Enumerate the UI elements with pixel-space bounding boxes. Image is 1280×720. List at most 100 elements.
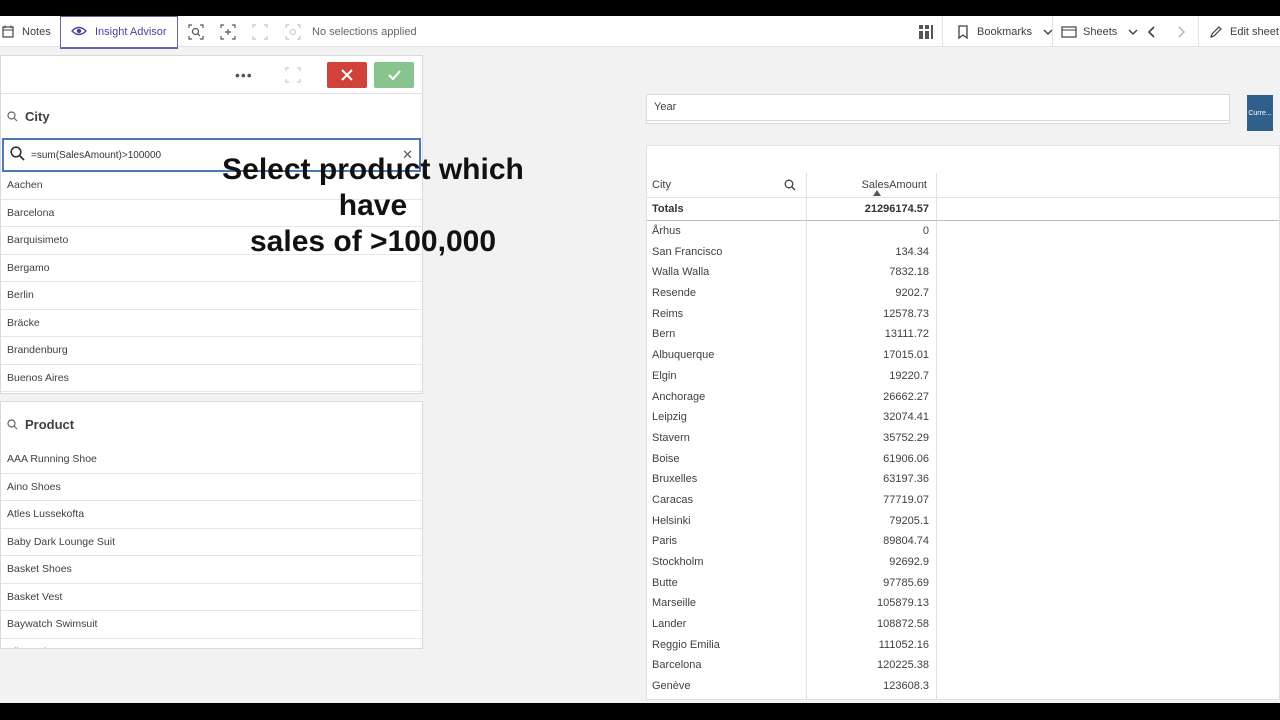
chevron-down-icon <box>1040 24 1056 40</box>
step-back-button[interactable] <box>252 16 274 47</box>
table-row[interactable]: San Francisco 134.34 <box>647 242 1279 263</box>
product-list-item[interactable]: Basket Shoes <box>1 556 422 584</box>
bookmark-icon <box>955 24 971 40</box>
bookmarks-label: Bookmarks <box>977 25 1033 38</box>
city-list-item-label: Berlin <box>7 289 34 302</box>
table-row[interactable]: Paris 89804.74 <box>647 531 1279 552</box>
chevron-right-icon <box>1173 24 1189 40</box>
table-row[interactable]: Århus 0 <box>647 221 1279 242</box>
product-list-item-label: Baywatch Swimsuit <box>7 618 98 631</box>
table-row[interactable]: Albuquerque 17015.01 <box>647 345 1279 366</box>
selections-tool-button[interactable] <box>220 16 242 47</box>
table-row[interactable]: Bruxelles 63197.36 <box>647 469 1279 490</box>
sales-cell: 32074.41 <box>883 411 929 424</box>
table-row[interactable]: Reggio Emilia 111052.16 <box>647 635 1279 656</box>
search-icon <box>784 179 796 191</box>
assets-toggle-button[interactable] <box>918 16 940 47</box>
bookmarks-button[interactable]: Bookmarks <box>955 16 1056 47</box>
table-row[interactable]: Boise 61906.06 <box>647 449 1279 470</box>
product-list-item[interactable]: AAA Running Shoe <box>1 446 422 474</box>
table-row[interactable]: Barcelona 120225.38 <box>647 655 1279 676</box>
product-list-item-label: Basket Vest <box>7 590 63 603</box>
table-row[interactable]: Stockholm 92692.9 <box>647 552 1279 573</box>
insight-advisor-label: Insight Advisor <box>95 26 167 38</box>
city-list-item[interactable]: Bräcke <box>1 309 422 337</box>
app-toolbar: Notes Insight Advisor No selections appl… <box>0 16 1280 49</box>
edit-sheet-label: Edit sheet <box>1230 25 1279 38</box>
cancel-selection-button[interactable] <box>327 62 367 88</box>
table-body: Århus 0 San Francisco 134.34 Walla Walla 7832… <box>647 221 1279 697</box>
product-list-item[interactable]: Aino Shoes <box>1 473 422 501</box>
confirm-selection-button[interactable] <box>374 62 414 88</box>
bottom-letterbox <box>0 703 1280 720</box>
city-cell: Boise <box>652 452 680 465</box>
clear-selections-icon <box>285 23 301 40</box>
search-icon <box>7 418 19 430</box>
table-row[interactable]: Marseille 105879.13 <box>647 593 1279 614</box>
product-list-item[interactable]: Baby Dark Lounge Suit <box>1 528 422 556</box>
totals-label: Totals <box>652 203 684 215</box>
clear-selections-button[interactable] <box>285 16 307 47</box>
city-field-title[interactable]: City <box>1 94 422 138</box>
column-header-sales[interactable]: SalesAmount <box>862 173 927 197</box>
table-row[interactable]: Resende 9202.7 <box>647 283 1279 304</box>
sales-cell: 92692.9 <box>889 556 929 568</box>
edit-sheet-button[interactable]: Edit sheet <box>1208 16 1279 47</box>
table-row[interactable]: Elgin 19220.7 <box>647 366 1279 387</box>
more-options-icon[interactable]: ••• <box>235 67 253 83</box>
column-search-button[interactable] <box>784 173 796 197</box>
product-list-item[interactable]: Basket Vest <box>1 583 422 611</box>
product-list-item-label: Bike Helmet <box>7 646 64 648</box>
product-list-item[interactable]: Atles Lussekofta <box>1 501 422 529</box>
search-icon <box>10 146 25 164</box>
sheets-button[interactable]: Sheets <box>1061 16 1141 47</box>
product-list-item[interactable]: Baywatch Swimsuit <box>1 611 422 639</box>
sales-cell: 111052.16 <box>878 638 929 651</box>
year-filter-pane[interactable]: Year <box>646 94 1230 124</box>
next-sheet-button[interactable] <box>1173 16 1195 47</box>
city-list-item-label: Bräcke <box>7 316 40 329</box>
product-field-title[interactable]: Product <box>1 402 422 446</box>
table-row[interactable]: Anchorage 26662.27 <box>647 387 1279 408</box>
toolbar-divider <box>1198 16 1199 47</box>
column-header-city[interactable]: City <box>652 173 671 197</box>
product-list-item-label: AAA Running Shoe <box>7 453 97 466</box>
sales-cell: 77719.07 <box>883 493 929 506</box>
sales-cell: 123608.3 <box>883 680 929 693</box>
sales-cell: 12578.73 <box>883 307 929 320</box>
previous-sheet-button[interactable] <box>1144 16 1166 47</box>
year-filter-bar <box>647 120 1229 121</box>
table-row[interactable]: Reims 12578.73 <box>647 304 1279 325</box>
city-list-item[interactable]: Brandenburg <box>1 337 422 365</box>
table-row[interactable]: Caracas 77719.07 <box>647 490 1279 511</box>
city-list-item[interactable]: Berlin <box>1 282 422 310</box>
product-title-label: Product <box>25 416 75 432</box>
toolbar-divider <box>1052 16 1053 47</box>
table-row[interactable]: Bern 13111.72 <box>647 324 1279 345</box>
notes-button[interactable]: Notes <box>0 16 51 47</box>
table-row[interactable]: Walla Walla 7832.18 <box>647 262 1279 283</box>
city-list-item-label: Barcelona <box>7 206 55 219</box>
table-row[interactable]: Lander 108872.58 <box>647 614 1279 635</box>
grid-icon <box>918 24 934 40</box>
city-cell: Stockholm <box>652 556 704 568</box>
table-row[interactable]: Butte 97785.69 <box>647 573 1279 594</box>
selections-status: No selections applied <box>312 25 417 38</box>
selection-menu-icon[interactable] <box>285 67 301 83</box>
search-icon <box>7 110 19 122</box>
city-list-item-label: Brandenburg <box>7 344 68 357</box>
city-cell: Barcelona <box>652 659 702 672</box>
table-row[interactable]: Helsinki 79205.1 <box>647 511 1279 532</box>
table-row[interactable]: Genève 123608.3 <box>647 676 1279 697</box>
current-selections-button[interactable]: Curre... <box>1247 95 1273 131</box>
city-cell: Reims <box>652 307 684 320</box>
product-list-item-label: Atles Lussekofta <box>7 508 85 521</box>
product-list-item[interactable]: Bike Helmet <box>1 638 422 648</box>
city-list-item[interactable]: Buenos Aires <box>1 364 422 392</box>
smart-search-button[interactable] <box>188 16 210 47</box>
sales-cell: 19220.7 <box>889 369 929 382</box>
table-row[interactable]: Stavern 35752.29 <box>647 428 1279 449</box>
table-row[interactable]: Leipzig 32074.41 <box>647 407 1279 428</box>
city-cell: Marseille <box>652 597 697 610</box>
insight-advisor-button[interactable]: Insight Advisor <box>60 16 178 49</box>
